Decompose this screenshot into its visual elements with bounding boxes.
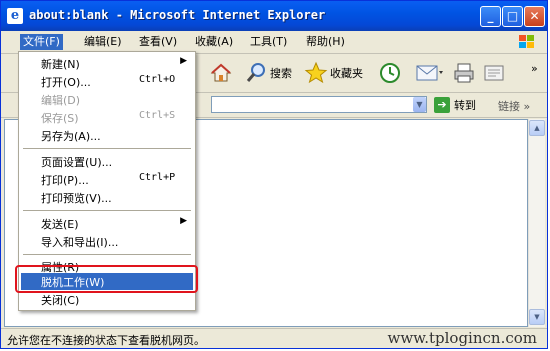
menu-item-open[interactable]: 打开(O)... Ctrl+O xyxy=(21,73,193,90)
menu-item-shortcut: Ctrl+S xyxy=(139,110,176,121)
submenu-arrow-icon: ▶ xyxy=(180,216,187,226)
go-label: 转到 xyxy=(454,99,476,112)
search-icon xyxy=(246,63,265,82)
menu-favorites[interactable]: 收藏(A) xyxy=(192,34,236,50)
star-icon xyxy=(304,61,328,84)
mail-icon xyxy=(416,65,443,81)
menu-item-label: 保存(S) xyxy=(41,112,79,125)
search-label: 搜索 xyxy=(270,67,292,80)
status-text: 允许您在不连接的状态下查看脱机网页。 xyxy=(7,334,205,347)
menu-item-label: 打印预览(V)... xyxy=(41,192,112,205)
menu-item-print[interactable]: 打印(P)... Ctrl+P xyxy=(21,171,193,188)
history-button[interactable] xyxy=(378,61,402,85)
address-input[interactable] xyxy=(211,96,427,113)
links-label: 链接 xyxy=(498,100,520,113)
ie-window: e about:blank - Microsoft Internet Explo… xyxy=(0,0,548,349)
menu-item-label: 关闭(C) xyxy=(41,294,80,307)
menu-edit[interactable]: 编辑(E) xyxy=(81,34,125,50)
window-title: about:blank - Microsoft Internet Explore… xyxy=(29,8,326,22)
title-bar[interactable]: e about:blank - Microsoft Internet Explo… xyxy=(1,1,547,31)
menu-item-label: 发送(E) xyxy=(41,218,79,231)
watermark: www.tplogincn.com xyxy=(387,329,537,347)
close-button[interactable]: ✕ xyxy=(524,6,545,27)
menu-item-label: 导入和导出(I)... xyxy=(41,236,119,249)
printer-icon xyxy=(454,63,474,83)
print-button[interactable] xyxy=(452,61,476,85)
menu-separator xyxy=(23,254,191,255)
menu-view[interactable]: 查看(V) xyxy=(136,34,180,50)
go-arrow-icon: ➔ xyxy=(434,97,450,113)
mail-button[interactable] xyxy=(415,61,445,85)
menu-item-close[interactable]: 关闭(C) xyxy=(21,291,193,308)
favorites-button[interactable]: 收藏夹 xyxy=(304,61,363,85)
menu-item-label: 打开(O)... xyxy=(41,76,91,89)
menu-item-save[interactable]: 保存(S) Ctrl+S xyxy=(21,109,193,126)
menu-item-shortcut: Ctrl+O xyxy=(139,74,176,85)
favorites-label: 收藏夹 xyxy=(330,67,363,80)
menu-separator xyxy=(23,210,191,211)
menu-item-new[interactable]: 新建(N) ▶ xyxy=(21,55,193,72)
menu-item-label: 打印(P)... xyxy=(41,174,89,187)
maximize-button[interactable]: □ xyxy=(502,6,523,27)
address-dropdown-icon[interactable]: ▼ xyxy=(413,97,426,112)
go-button[interactable]: ➔ 转到 xyxy=(434,96,476,114)
menu-help[interactable]: 帮助(H) xyxy=(303,34,348,50)
edit-button[interactable] xyxy=(482,61,506,85)
home-icon xyxy=(210,63,232,82)
menu-item-label: 另存为(A)... xyxy=(41,130,101,143)
menu-item-save-as[interactable]: 另存为(A)... xyxy=(21,127,193,144)
home-button[interactable] xyxy=(209,61,233,85)
scroll-down-icon[interactable]: ▼ xyxy=(529,309,545,325)
menu-tools[interactable]: 工具(T) xyxy=(247,34,290,50)
status-bar: 允许您在不连接的状态下查看脱机网页。 www.tplogincn.com xyxy=(1,328,547,348)
menu-item-print-preview[interactable]: 打印预览(V)... xyxy=(21,189,193,206)
menu-item-import-export[interactable]: 导入和导出(I)... xyxy=(21,233,193,250)
history-icon xyxy=(380,63,400,83)
menu-item-label: 页面设置(U)... xyxy=(41,156,113,169)
menu-separator xyxy=(23,148,191,149)
ie-logo-icon: e xyxy=(7,8,23,24)
menu-item-shortcut: Ctrl+P xyxy=(139,172,176,183)
links-chevron: » xyxy=(523,100,531,113)
edit-page-icon xyxy=(484,65,504,81)
menu-item-label: 编辑(D) xyxy=(41,94,81,107)
menu-item-page-setup[interactable]: 页面设置(U)... xyxy=(21,153,193,170)
scroll-up-icon[interactable]: ▲ xyxy=(529,120,545,136)
vertical-scrollbar[interactable]: ▲ ▼ xyxy=(528,119,545,327)
menu-item-send[interactable]: 发送(E) ▶ xyxy=(21,215,193,232)
links-button[interactable]: 链接 » xyxy=(498,98,530,114)
submenu-arrow-icon: ▶ xyxy=(180,56,187,66)
windows-logo-icon xyxy=(519,35,534,48)
menu-item-label: 新建(N) xyxy=(41,58,80,71)
toolbar-chevron[interactable]: » xyxy=(531,56,538,80)
minimize-button[interactable]: _ xyxy=(480,6,501,27)
search-button[interactable]: 搜索 xyxy=(244,61,292,85)
menu-item-edit[interactable]: 编辑(D) xyxy=(21,91,193,108)
annotation-highlight-box xyxy=(15,265,198,293)
menu-file[interactable]: 文件(F) xyxy=(20,34,63,50)
